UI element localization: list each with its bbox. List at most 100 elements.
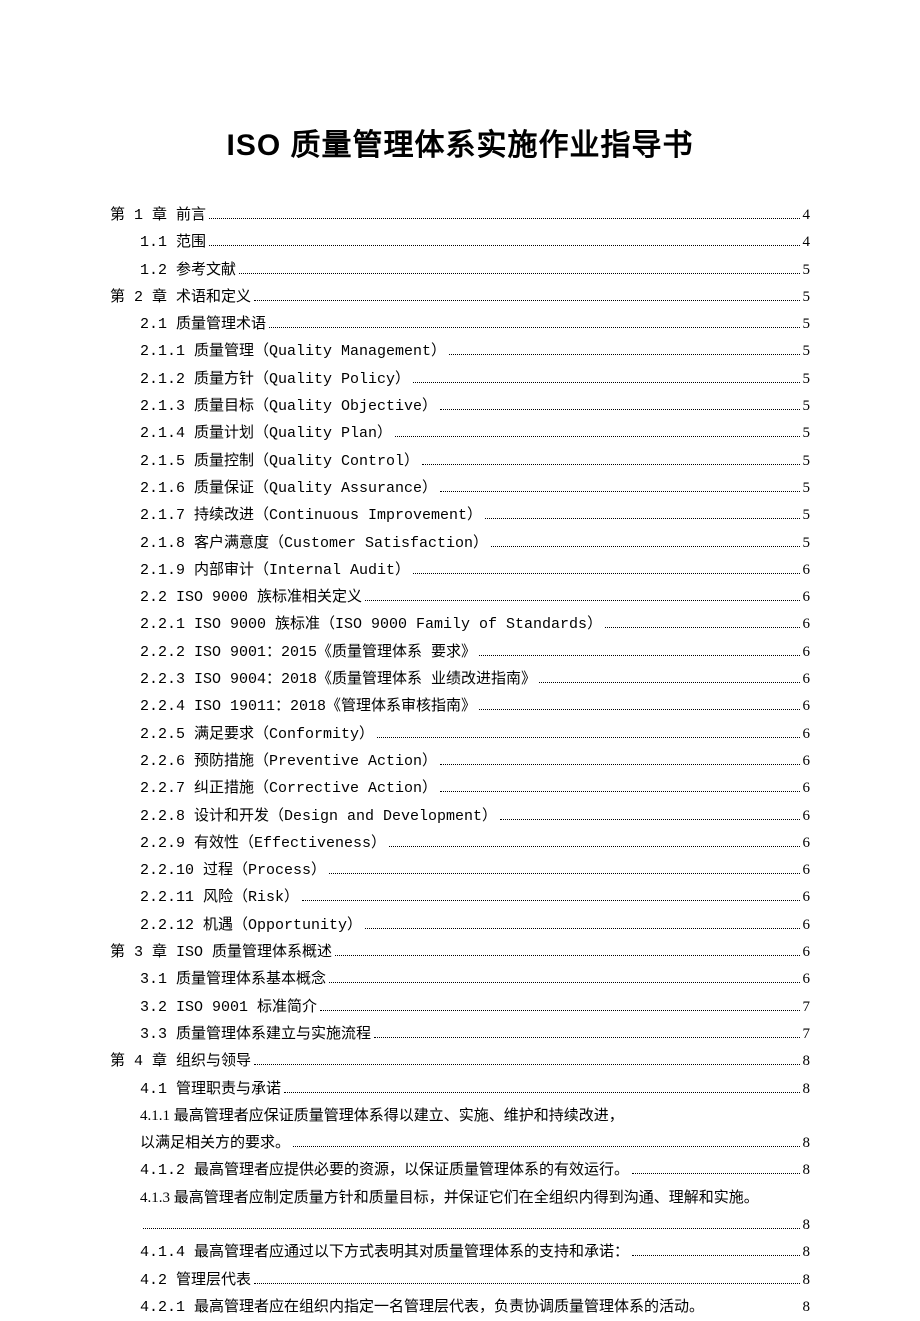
toc-leader <box>377 726 799 738</box>
toc-entry-label: 第 3 章 ISO 质量管理体系概述 <box>110 939 332 966</box>
toc-entry-label: 2.1.5 质量控制（Quality Control） <box>140 448 419 475</box>
toc-entry: 2.1 质量管理术语5 <box>110 311 810 338</box>
toc-leader <box>449 343 799 355</box>
toc-entry: 2.1.3 质量目标（Quality Objective）5 <box>110 393 810 420</box>
toc-entry-label: 2.2.3 ISO 9004：2018《质量管理体系 业绩改进指南》 <box>140 666 536 693</box>
toc-leader <box>335 944 799 956</box>
toc-entry: 2.1.4 质量计划（Quality Plan） 5 <box>110 420 810 447</box>
toc-entry-label: 4.1 管理职责与承诺 <box>140 1076 281 1103</box>
toc-entry: 4.1 管理职责与承诺 8 <box>110 1076 810 1103</box>
toc-page-number: 6 <box>803 939 811 966</box>
toc-entry: 2.2.3 ISO 9004：2018《质量管理体系 业绩改进指南》6 <box>110 666 810 693</box>
toc-entry: 3.1 质量管理体系基本概念 6 <box>110 966 810 993</box>
toc-entry-label: 4.1.1 最高管理者应保证质量管理体系得以建立、实施、维护和持续改进， <box>140 1103 810 1130</box>
toc-entry-label: 2.2.1 ISO 9000 族标准（ISO 9000 Family of St… <box>140 611 602 638</box>
toc-leader <box>143 1217 800 1229</box>
toc-page-number: 4 <box>803 202 811 229</box>
toc-entry: 第 1 章 前言 4 <box>110 202 810 229</box>
toc-entry: 2.1.6 质量保证（Quality Assurance）5 <box>110 475 810 502</box>
toc-page-number: 5 <box>803 366 811 393</box>
toc-entry-label: 2.2 ISO 9000 族标准相关定义 <box>140 584 362 611</box>
toc-entry-label: 2.2.6 预防措施（Preventive Action） <box>140 748 437 775</box>
toc-leader <box>302 889 799 901</box>
toc-entry: 2.1.1 质量管理（Quality Management） 5 <box>110 338 810 365</box>
toc-entry: 3.3 质量管理体系建立与实施流程7 <box>110 1021 810 1048</box>
toc-page-number: 6 <box>803 748 811 775</box>
toc-entry: 4.2.1 最高管理者应在组织内指定一名管理层代表，负责协调质量管理体系的活动。… <box>110 1294 810 1321</box>
toc-page-number: 5 <box>803 502 811 529</box>
toc-page-number: 6 <box>803 557 811 584</box>
toc-leader <box>440 780 799 792</box>
toc-leader <box>485 507 799 519</box>
toc-entry-label: 2.2.9 有效性（Effectiveness） <box>140 830 386 857</box>
toc-page-number: 6 <box>803 912 811 939</box>
toc-entry-label: 2.2.2 ISO 9001：2015《质量管理体系 要求》 <box>140 639 476 666</box>
toc-page-number: 6 <box>803 584 811 611</box>
toc-page-number: 6 <box>803 966 811 993</box>
toc-leader <box>413 562 799 574</box>
toc-entry-label: 2.1.9 内部审计（Internal Audit） <box>140 557 410 584</box>
toc-entry-label: 2.1.2 质量方针（Quality Policy） <box>140 366 410 393</box>
toc-page-number: 8 <box>803 1157 811 1184</box>
toc-page-number: 8 <box>803 1076 811 1103</box>
toc-leader <box>440 753 799 765</box>
toc-entry: 2.2.6 预防措施（Preventive Action） 6 <box>110 748 810 775</box>
toc-page-number: 5 <box>803 393 811 420</box>
toc-leader <box>413 371 799 383</box>
toc-entry: 2.2.8 设计和开发（Design and Development）6 <box>110 803 810 830</box>
toc-leader <box>374 1026 799 1038</box>
toc-entry: 2.2.12 机遇（Opportunity） 6 <box>110 912 810 939</box>
toc-leader <box>479 644 799 656</box>
toc-leader <box>269 316 799 328</box>
toc-page-number: 5 <box>803 530 811 557</box>
toc-entry: 2.2.10 过程（Process）6 <box>110 857 810 884</box>
toc-page-number: 8 <box>803 1212 811 1239</box>
toc-entry: 2.2.7 纠正措施（Corrective Action） 6 <box>110 775 810 802</box>
toc-leader <box>605 616 799 628</box>
toc-page-number: 5 <box>803 311 811 338</box>
toc-entry: 4.2 管理层代表8 <box>110 1267 810 1294</box>
toc-entry: 2.1.7 持续改进（Continuous Improvement）5 <box>110 502 810 529</box>
toc-page-number: 6 <box>803 775 811 802</box>
toc-entry-label: 2.2.7 纠正措施（Corrective Action） <box>140 775 437 802</box>
toc-page-number: 5 <box>803 420 811 447</box>
toc-leader <box>209 207 799 219</box>
toc-leader <box>500 808 799 820</box>
toc-page-number: 8 <box>803 1294 811 1321</box>
toc-page-number: 6 <box>803 639 811 666</box>
toc-page-number: 8 <box>803 1267 811 1294</box>
toc-page-number: 5 <box>803 338 811 365</box>
toc-entry-label: 3.1 质量管理体系基本概念 <box>140 966 326 993</box>
toc-entry-label: 2.2.11 风险（Risk） <box>140 884 299 911</box>
toc-leader <box>254 289 799 301</box>
toc-entry-label-continued: 以满足相关方的要求。 <box>140 1130 290 1157</box>
toc-entry-label: 2.2.12 机遇（Opportunity） <box>140 912 362 939</box>
toc-page-number: 6 <box>803 721 811 748</box>
toc-leader <box>395 425 799 437</box>
toc-entry-label: 2.1.1 质量管理（Quality Management） <box>140 338 446 365</box>
toc-entry: 2.2.9 有效性（Effectiveness）6 <box>110 830 810 857</box>
toc-page-number: 8 <box>803 1048 811 1075</box>
toc-entry-label: 第 1 章 前言 <box>110 202 206 229</box>
toc-leader <box>329 862 799 874</box>
toc-page-number: 6 <box>803 884 811 911</box>
document-title: ISO 质量管理体系实施作业指导书 <box>110 120 810 164</box>
toc-entry: 2.1.8 客户满意度（Customer Satisfaction）5 <box>110 530 810 557</box>
toc-entry-label: 2.1.4 质量计划（Quality Plan） <box>140 420 392 447</box>
toc-leader <box>293 1135 799 1147</box>
toc-leader <box>632 1162 799 1174</box>
table-of-contents: 第 1 章 前言41.1 范围41.2 参考文献5第 2 章 术语和定义52.1… <box>110 202 810 1321</box>
toc-entry-label: 2.2.4 ISO 19011：2018《管理体系审核指南》 <box>140 693 476 720</box>
toc-leader <box>422 453 799 465</box>
toc-leader <box>491 535 799 547</box>
toc-leader <box>365 917 799 929</box>
toc-entry: 2.1.2 质量方针（Quality Policy） 5 <box>110 366 810 393</box>
toc-page-number: 5 <box>803 448 811 475</box>
toc-entry-label: 2.2.5 满足要求（Conformity） <box>140 721 374 748</box>
toc-page-number: 6 <box>803 611 811 638</box>
toc-entry: 2.2.5 满足要求（Conformity） 6 <box>110 721 810 748</box>
toc-entry-label: 2.2.10 过程（Process） <box>140 857 326 884</box>
toc-entry-label: 4.1.4 最高管理者应通过以下方式表明其对质量管理体系的支持和承诺： <box>140 1239 629 1266</box>
toc-entry: 第 4 章 组织与领导8 <box>110 1048 810 1075</box>
toc-leader <box>239 262 799 274</box>
